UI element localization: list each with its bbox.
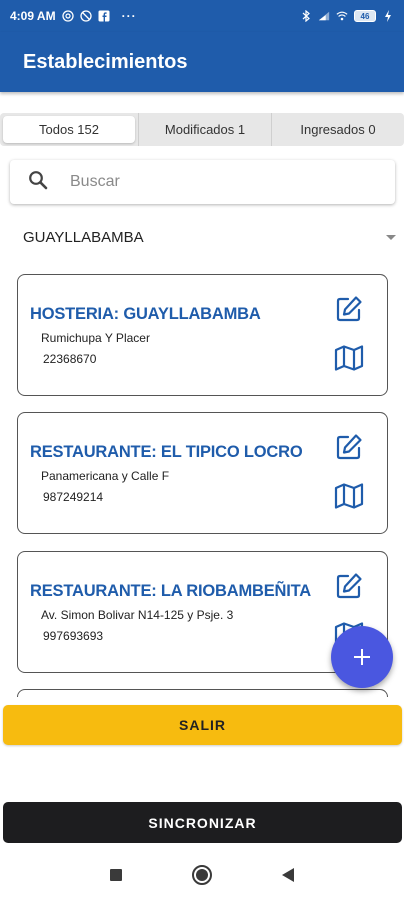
app-bar: Establecimientos [0, 32, 404, 92]
edit-button[interactable] [333, 431, 365, 463]
establishment-phone: 22368670 [43, 352, 97, 366]
search-input[interactable] [70, 173, 340, 191]
establishment-address: Rumichupa Y Placer [41, 331, 150, 345]
establishment-card[interactable] [17, 689, 388, 697]
exit-button[interactable]: SALIR [3, 705, 402, 745]
establishment-title: RESTAURANTE: LA RIOBAMBEÑITA [30, 582, 311, 600]
establishment-address: Av. Simon Bolivar N14-125 y Psje. 3 [41, 608, 234, 622]
edit-button[interactable] [333, 570, 365, 602]
establishment-title: RESTAURANTE: EL TIPICO LOCRO [30, 443, 303, 461]
tab-todos[interactable]: Todos 152 [3, 116, 135, 143]
establishment-card[interactable]: RESTAURANTE: EL TIPICO LOCRO Panamerican… [17, 412, 388, 534]
map-icon [334, 345, 364, 371]
sync-button[interactable]: SINCRONIZAR [3, 802, 402, 843]
status-bar: 4:09 AM ··· 46 [0, 0, 404, 32]
home-icon[interactable] [192, 865, 212, 885]
battery-icon: 46 [354, 10, 376, 22]
edit-icon [336, 296, 362, 322]
more-notifications-icon: ··· [121, 9, 137, 23]
chevron-down-icon [386, 234, 396, 240]
plus-icon [354, 649, 370, 665]
charging-icon [382, 10, 394, 22]
facebook-icon [98, 10, 110, 22]
at-sign-icon [61, 10, 74, 22]
establishment-phone: 997693693 [43, 629, 104, 643]
signal-icon [318, 10, 330, 22]
edit-button[interactable] [333, 293, 365, 325]
status-time: 4:09 AM [10, 9, 56, 23]
system-nav-bar [0, 850, 404, 900]
tab-modificados[interactable]: Modificados 1 [138, 113, 271, 146]
recent-apps-icon[interactable] [110, 869, 122, 881]
search-icon [28, 170, 48, 195]
tab-ingresados[interactable]: Ingresados 0 [271, 113, 404, 146]
establishment-address: Panamericana y Calle F [41, 469, 170, 483]
establishment-title: HOSTERIA: GUAYLLABAMBA [30, 305, 261, 323]
map-icon [334, 483, 364, 509]
add-establishment-button[interactable] [331, 626, 393, 688]
filter-tabs: Todos 152 Modificados 1 Ingresados 0 [0, 113, 404, 146]
establishment-card[interactable]: HOSTERIA: GUAYLLABAMBA Rumichupa Y Place… [17, 274, 388, 396]
location-select[interactable]: GUAYLLABAMBA [23, 222, 396, 252]
map-button[interactable] [333, 480, 365, 512]
blocked-icon [79, 10, 92, 22]
location-select-value: GUAYLLABAMBA [23, 228, 144, 246]
bluetooth-icon [300, 10, 312, 22]
edit-icon [336, 573, 362, 599]
wifi-icon [336, 10, 348, 22]
edit-icon [336, 434, 362, 460]
page-title: Establecimientos [23, 50, 188, 73]
map-button[interactable] [333, 342, 365, 374]
establishment-phone: 987249214 [43, 490, 104, 504]
search-bar [10, 160, 395, 204]
back-icon[interactable] [282, 868, 294, 882]
